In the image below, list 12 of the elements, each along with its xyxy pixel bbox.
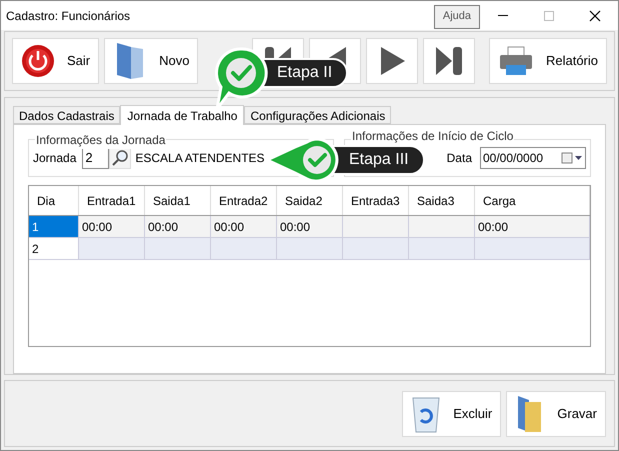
field-label: Jornada: [33, 150, 76, 167]
table-cell: 00:00: [475, 216, 590, 237]
table-cell: 00:00: [79, 216, 145, 237]
table-cell: 00:00: [145, 216, 211, 237]
table-cell: 00:00: [277, 216, 343, 237]
group-title: Informações de Início de Ciclo: [351, 129, 514, 143]
window-title: Cadastro: Funcionários: [5, 8, 132, 24]
table-cell: 1: [29, 216, 79, 237]
field-label: Data: [446, 150, 472, 167]
table-cell: 00:00: [211, 216, 277, 237]
jornada-name: ESCALA ATENDENTES: [135, 150, 265, 167]
table-cell: 2: [29, 238, 79, 259]
